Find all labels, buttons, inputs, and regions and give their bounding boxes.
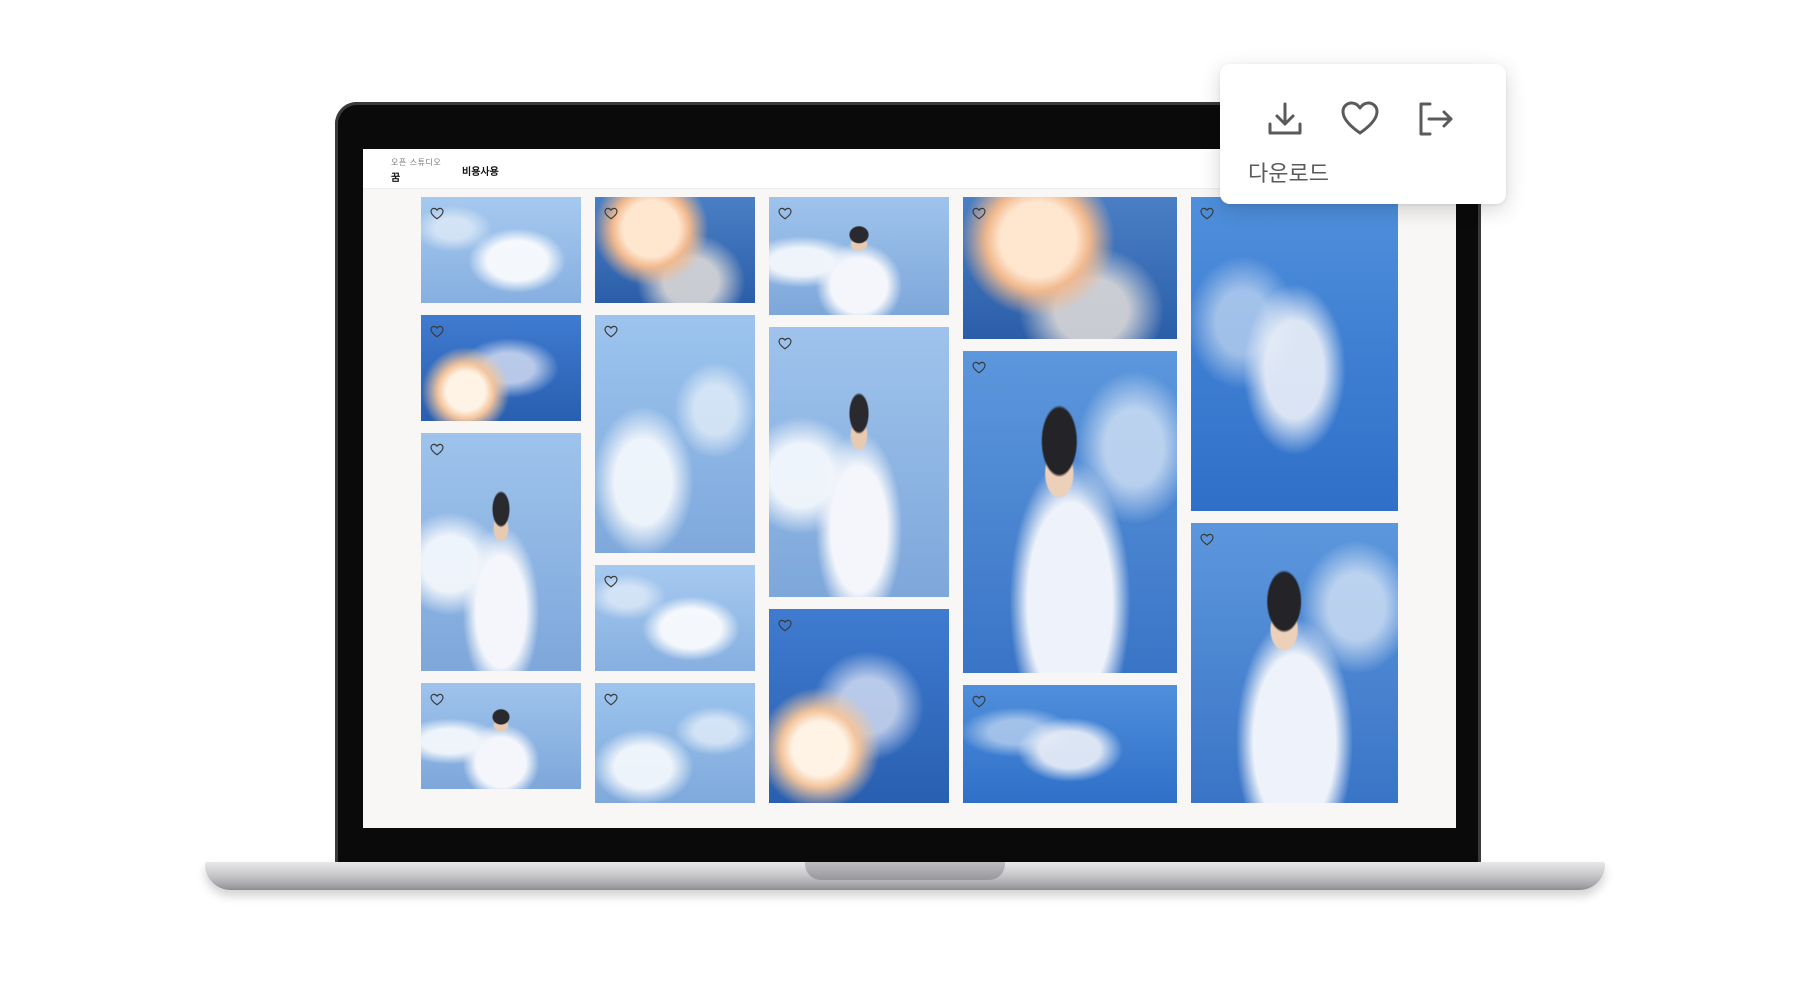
heart-outline-icon[interactable] [604, 691, 618, 706]
gallery-photo[interactable] [421, 433, 581, 671]
heart-outline-icon[interactable] [778, 617, 792, 632]
gallery-photo[interactable] [421, 315, 581, 421]
logout-icon [1419, 102, 1453, 136]
heart-outline-icon[interactable] [604, 573, 618, 588]
gallery-photo[interactable] [769, 609, 949, 803]
heart-outline-icon[interactable] [604, 205, 618, 220]
gallery-photo[interactable] [1191, 523, 1398, 803]
download-icon [1268, 102, 1302, 135]
heart-outline-icon[interactable] [430, 323, 444, 338]
gallery-photo[interactable] [421, 197, 581, 303]
photo-gallery [363, 189, 1456, 828]
download-label: 다운로드 [1248, 162, 1329, 187]
download-button[interactable] [1262, 96, 1308, 142]
gallery-photo[interactable] [595, 565, 755, 671]
heart-icon [1341, 101, 1379, 135]
heart-outline-icon[interactable] [972, 205, 986, 220]
nav-item[interactable]: 비용사용 [462, 163, 499, 178]
laptop-screen: 오픈 스튜디오 꿈 비용사용 [363, 149, 1456, 828]
action-popup: 다운로드 [1220, 64, 1506, 204]
gallery-photo[interactable] [963, 685, 1177, 803]
heart-outline-icon[interactable] [972, 693, 986, 708]
heart-outline-icon[interactable] [1200, 531, 1214, 546]
heart-outline-icon[interactable] [430, 205, 444, 220]
gallery-photo[interactable] [769, 197, 949, 315]
gallery-photo[interactable] [595, 683, 755, 803]
heart-outline-icon[interactable] [430, 691, 444, 706]
gallery-photo[interactable] [595, 197, 755, 303]
gallery-photo[interactable] [421, 683, 581, 789]
heart-outline-icon[interactable] [430, 441, 444, 456]
heart-outline-icon[interactable] [604, 323, 618, 338]
heart-outline-icon[interactable] [778, 205, 792, 220]
brand-subtitle: 오픈 스튜디오 [391, 158, 442, 167]
like-button[interactable] [1337, 96, 1383, 142]
laptop-notch [805, 862, 1005, 880]
gallery-photo[interactable] [769, 327, 949, 597]
gallery-photo[interactable] [963, 351, 1177, 673]
gallery-photo[interactable] [595, 315, 755, 553]
gallery-photo[interactable] [1191, 197, 1398, 511]
gallery-photo[interactable] [963, 197, 1177, 339]
brand-title[interactable]: 꿈 [391, 169, 400, 184]
heart-outline-icon[interactable] [778, 335, 792, 350]
heart-outline-icon[interactable] [1200, 205, 1214, 220]
exit-button[interactable] [1412, 96, 1458, 142]
heart-outline-icon[interactable] [972, 359, 986, 374]
